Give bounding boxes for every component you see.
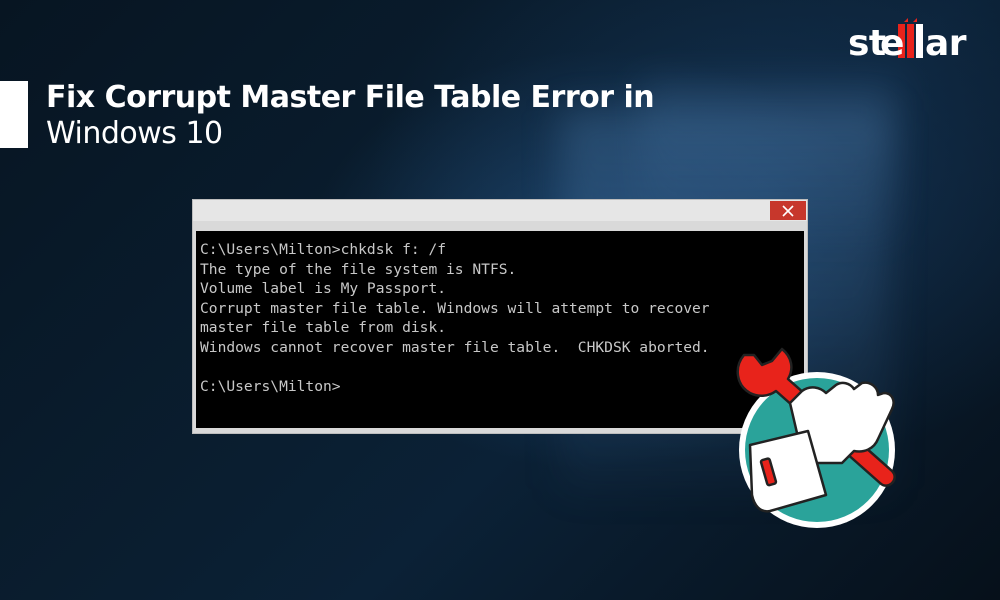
console-line: master file table from disk. — [200, 319, 447, 337]
console-line: Windows cannot recover master file table… — [200, 338, 710, 356]
close-button[interactable] — [770, 201, 806, 220]
logo-text-e: e — [880, 23, 904, 64]
page-title-line-2: Windows 10 — [46, 116, 223, 151]
console-line: The type of the file system is NTFS. — [200, 260, 517, 278]
console-output[interactable]: C:\Users\Milton>chkdsk f: /f The type of… — [196, 231, 804, 428]
console-line: C:\Users\Milton>chkdsk f: /f — [200, 241, 447, 258]
page-title: Fix Corrupt Master File Table Error in W… — [46, 80, 655, 152]
console-line: C:\Users\Milton> — [200, 378, 341, 396]
page-title-line-1: Fix Corrupt Master File Table Error in — [46, 80, 655, 115]
console-line: Corrupt master file table. Windows will … — [200, 299, 710, 317]
logo-text-ar: ar — [925, 23, 967, 64]
command-prompt-window[interactable]: C:\Users\Milton>chkdsk f: /f The type of… — [193, 200, 807, 433]
close-icon — [782, 204, 794, 217]
title-accent-bar — [0, 81, 28, 148]
hand-wrench-icon — [736, 347, 896, 528]
console-line: Volume label is My Passport. — [200, 280, 447, 298]
window-titlebar[interactable] — [193, 200, 807, 221]
console-text: C:\Users\Milton>chkdsk f: /f The type of… — [196, 231, 804, 397]
